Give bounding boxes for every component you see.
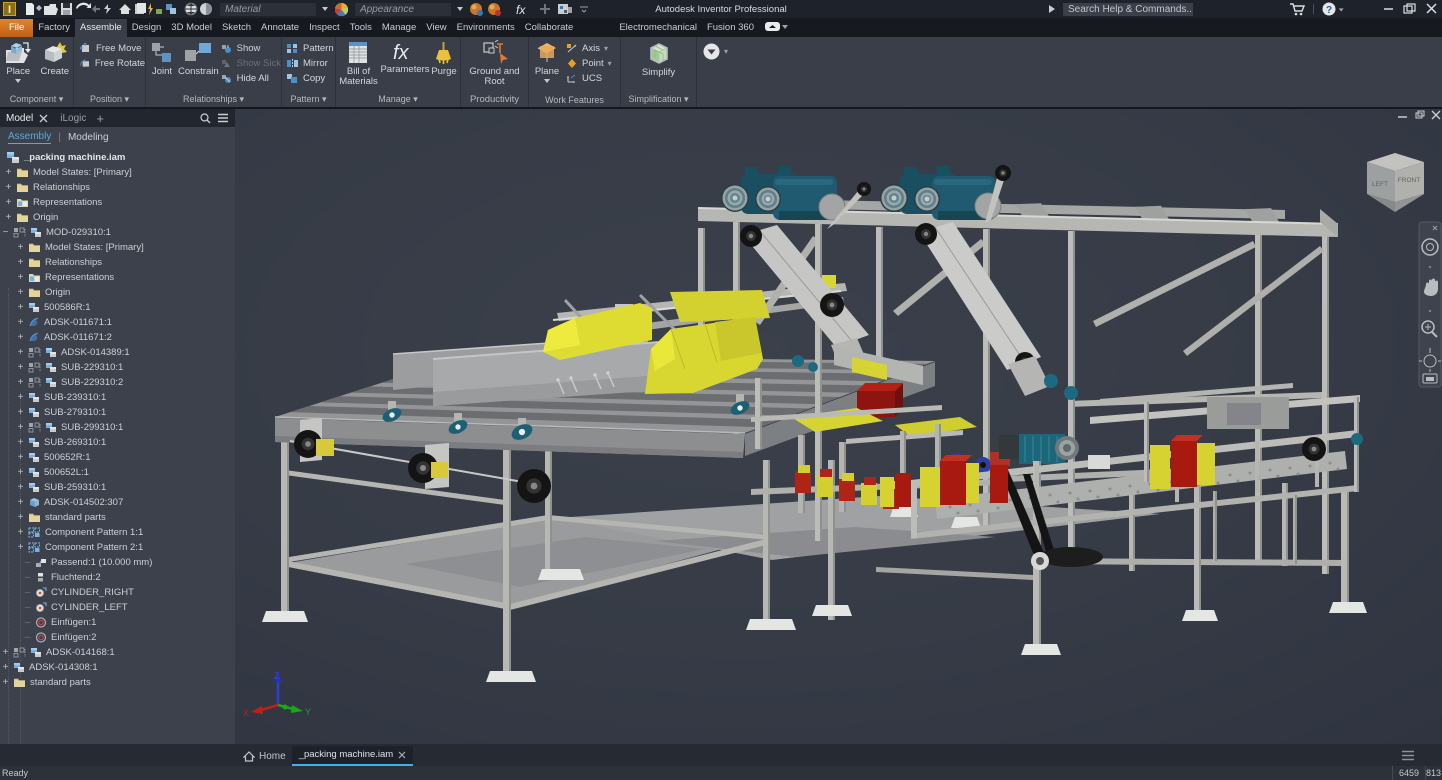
svg-text:X: X xyxy=(243,708,249,718)
svg-text:fx: fx xyxy=(393,42,410,64)
svg-text:LEFT: LEFT xyxy=(1372,181,1388,188)
svg-text:Y: Y xyxy=(305,707,311,717)
svg-text:?: ? xyxy=(1326,5,1332,16)
svg-text:Z: Z xyxy=(274,671,280,681)
svg-text:FRONT: FRONT xyxy=(1398,177,1420,184)
